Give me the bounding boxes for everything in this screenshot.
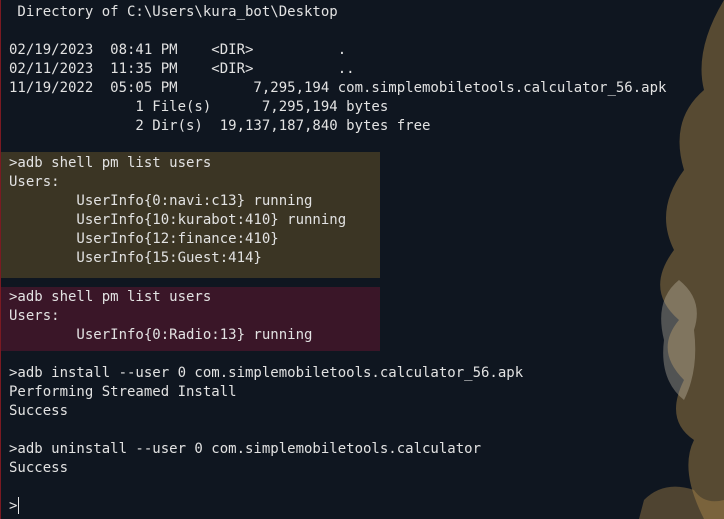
highlighted-output-block: >adb shell pm list users Users: UserInfo… xyxy=(1,287,380,351)
dir-entry: 02/11/2023 11:35 PM <DIR> .. xyxy=(9,61,355,77)
command-line: >adb uninstall --user 0 com.simplemobile… xyxy=(9,441,482,457)
command-line: >adb shell pm list users xyxy=(9,289,212,305)
terminal-window[interactable]: Directory of C:\Users\kura_bot\Desktop 0… xyxy=(0,0,724,519)
user-entry: UserInfo{0:navi:c13} running xyxy=(9,193,313,209)
directory-header: Directory of C:\Users\kura_bot\Desktop xyxy=(9,4,338,20)
output-line: Performing Streamed Install xyxy=(9,384,237,400)
dir-entry: 02/19/2023 08:41 PM <DIR> . xyxy=(9,42,347,58)
output-line: Users: xyxy=(9,308,60,324)
user-entry: UserInfo{12:finance:410} xyxy=(9,231,279,247)
dir-summary-files: 1 File(s) 7,295,194 bytes xyxy=(9,99,389,115)
output-line: Success xyxy=(9,460,69,476)
highlighted-output-block: >adb shell pm list users Users: UserInfo… xyxy=(1,152,380,278)
text-cursor xyxy=(18,497,19,514)
dir-entry: 11/19/2022 05:05 PM 7,295,194 com.simple… xyxy=(9,80,667,96)
command-line: >adb shell pm list users xyxy=(9,155,212,171)
output-line: Users: xyxy=(9,174,60,190)
background-artwork xyxy=(639,0,724,519)
user-entry: UserInfo{15:Guest:414} xyxy=(9,250,262,266)
output-line: Success xyxy=(9,403,69,419)
user-entry: UserInfo{0:Radio:13} running xyxy=(9,327,313,343)
dir-summary-dirs: 2 Dir(s) 19,137,187,840 bytes free xyxy=(9,118,431,134)
user-entry: UserInfo{10:kurabot:410} running xyxy=(9,212,347,228)
command-prompt[interactable]: > xyxy=(9,497,17,516)
command-line: >adb install --user 0 com.simplemobileto… xyxy=(9,365,524,381)
